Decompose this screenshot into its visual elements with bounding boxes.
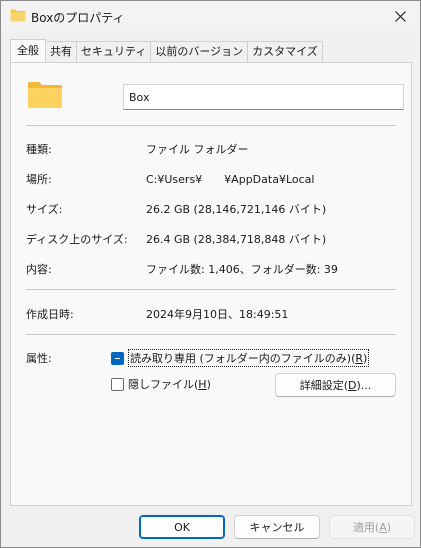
created-label: 作成日時: [26,308,74,321]
apply-button[interactable]: 適用(A) [329,515,415,539]
size-value: 26.2 GB (28,146,721,146 バイト) [146,203,327,216]
divider [26,289,396,290]
created-value: 2024年9月10日、18:49:51 [146,308,289,321]
readonly-checkbox[interactable] [111,351,124,365]
contents-value: ファイル数: 1,406、フォルダー数: 39 [146,263,338,276]
divider [26,125,396,126]
advanced-button[interactable]: 詳細設定(D)... [275,373,396,397]
disk-size-label: ディスク上のサイズ: [26,233,128,246]
close-button[interactable] [380,1,420,31]
tab-general[interactable]: 全般 [10,39,46,62]
attributes-label: 属性: [26,352,52,365]
contents-label: 内容: [26,263,52,276]
hidden-checkbox[interactable] [111,377,124,391]
close-icon [394,10,406,22]
type-label: 種類: [26,143,52,156]
folder-icon [10,9,26,22]
cancel-button[interactable]: キャンセル [234,515,320,539]
folder-name-input[interactable] [123,84,404,110]
type-value: ファイル フォルダー [146,143,249,156]
hidden-checkbox-label[interactable]: 隠しファイル(H) [128,376,211,392]
readonly-attribute[interactable]: 読み取り専用 (フォルダー内のファイルのみ)(R) [111,349,370,367]
tab-strip: 全般 共有 セキュリティ 以前のバージョン カスタマイズ [10,39,323,62]
location-label: 場所: [26,173,52,186]
general-panel: 種類: ファイル フォルダー 場所: C:¥Users¥ ¥AppData¥Lo… [10,62,412,506]
size-label: サイズ: [26,203,63,216]
divider [26,334,396,335]
tab-customize[interactable]: カスタマイズ [248,41,323,62]
location-value: C:¥Users¥ ¥AppData¥Local [146,173,315,186]
folder-large-icon [28,82,62,108]
tab-security[interactable]: セキュリティ [77,41,152,62]
properties-window: Boxのプロパティ 全般 共有 セキュリティ 以前のバージョン カスタマイズ 種… [0,0,421,548]
readonly-checkbox-label[interactable]: 読み取り専用 (フォルダー内のファイルのみ)(R) [128,349,370,367]
ok-button[interactable]: OK [139,515,225,539]
tab-previous-versions[interactable]: 以前のバージョン [151,41,249,62]
window-title: Boxのプロパティ [31,11,125,25]
title-bar[interactable]: Boxのプロパティ [1,1,420,31]
disk-size-value: 26.4 GB (28,384,718,848 バイト) [146,233,327,246]
tab-sharing[interactable]: 共有 [46,41,77,62]
hidden-attribute[interactable]: 隠しファイル(H) [111,376,211,392]
